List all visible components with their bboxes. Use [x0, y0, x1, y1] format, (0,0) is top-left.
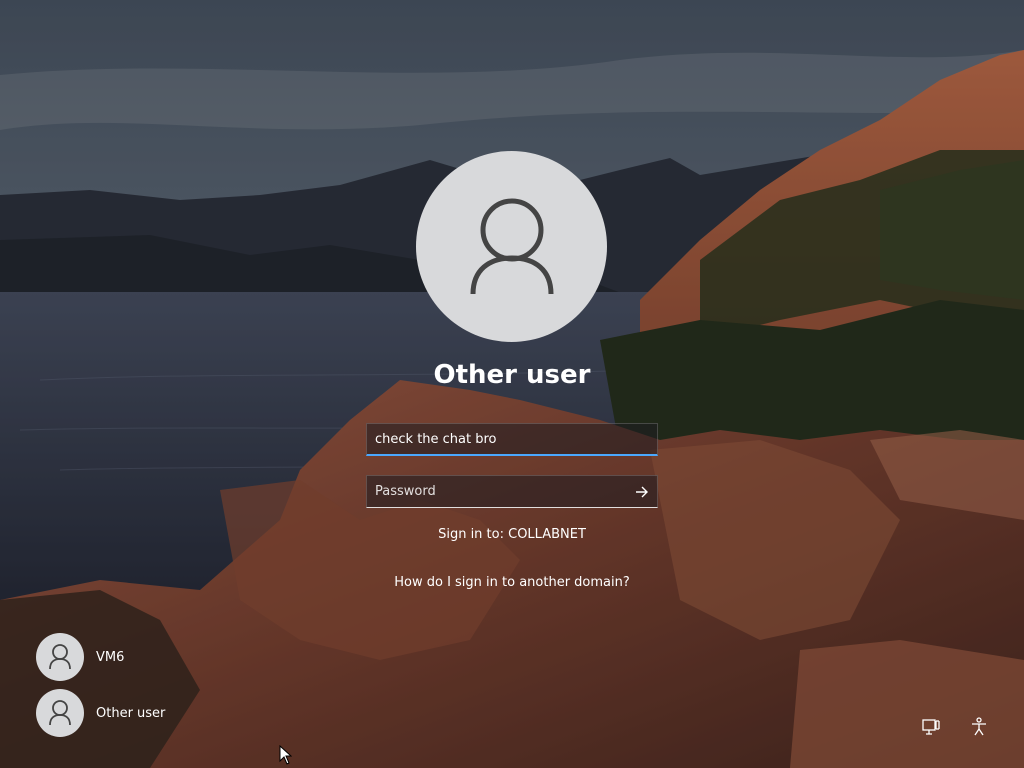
avatar	[36, 633, 84, 681]
accessibility-button[interactable]	[966, 714, 992, 740]
user-avatar	[416, 151, 607, 342]
password-input[interactable]	[367, 476, 657, 507]
password-field[interactable]	[366, 475, 658, 508]
network-icon	[922, 719, 940, 735]
user-tile-label: Other user	[96, 705, 166, 721]
user-tile-other-user[interactable]: Other user	[36, 689, 165, 737]
person-icon	[49, 700, 71, 726]
sign-in-domain-text: Sign in to: COLLABNET	[438, 527, 586, 542]
username-field[interactable]	[366, 423, 658, 456]
accessibility-icon	[972, 717, 986, 736]
person-icon	[470, 198, 553, 294]
another-domain-link[interactable]: How do I sign in to another domain?	[0, 575, 1024, 590]
user-tile-label: VM6	[96, 649, 125, 665]
avatar	[36, 689, 84, 737]
user-name-heading: Other user	[433, 360, 591, 390]
mouse-cursor	[279, 745, 292, 765]
user-tile-vm6[interactable]: VM6	[36, 633, 124, 681]
submit-button[interactable]	[629, 479, 655, 505]
username-input[interactable]	[367, 424, 657, 454]
network-button[interactable]	[918, 714, 944, 740]
arrow-right-icon	[636, 486, 648, 498]
person-icon	[49, 644, 71, 670]
